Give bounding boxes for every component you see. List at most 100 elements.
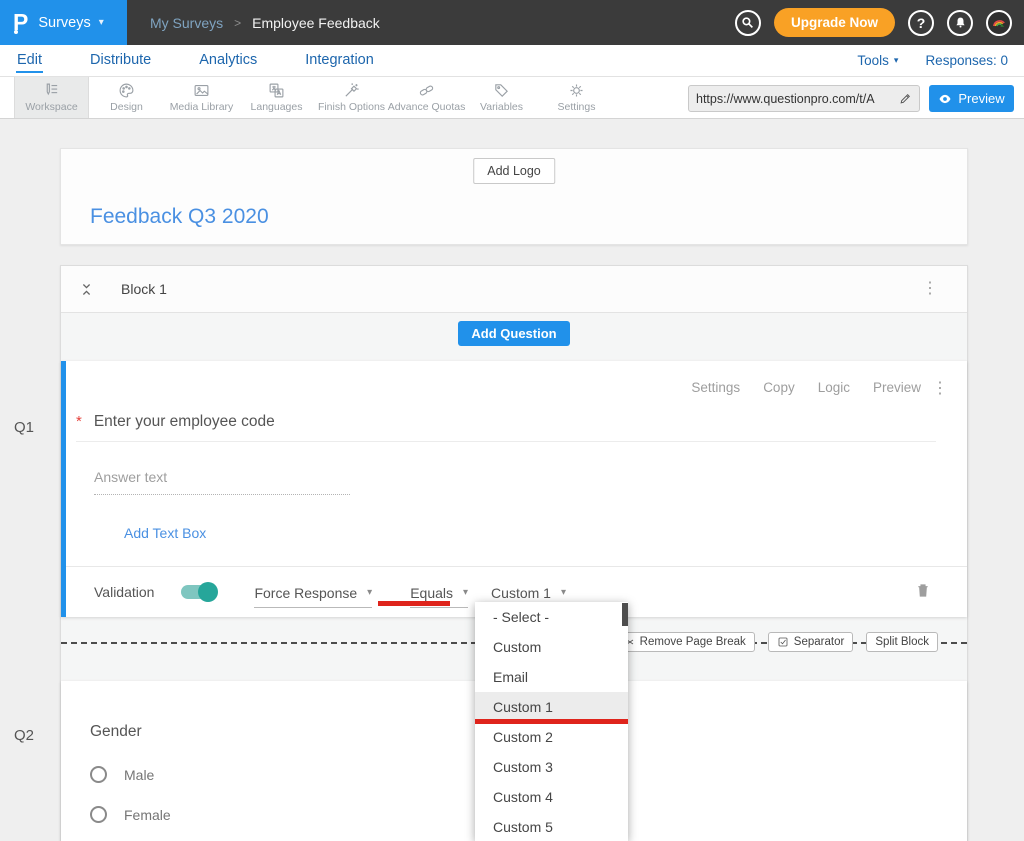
toolbar-item-workspace[interactable]: Workspace (14, 77, 89, 118)
question-text[interactable]: Gender (90, 723, 142, 741)
question-text[interactable]: Enter your employee code (94, 413, 275, 431)
toolbar-item-design[interactable]: Design (89, 77, 164, 118)
editor-toolbar: Workspace Design Media Library Languages… (0, 77, 1024, 119)
menu-option-custom-1[interactable]: Custom 1 (475, 692, 628, 722)
red-annotation-underline (378, 601, 450, 606)
force-response-dropdown[interactable]: Force Response ▾ (254, 585, 372, 608)
add-text-box-link[interactable]: Add Text Box (124, 525, 206, 541)
page-break-buttons: Remove Page Break Separator Split Block (614, 632, 938, 652)
bell-icon (954, 16, 967, 29)
remove-page-break-button[interactable]: Remove Page Break (614, 632, 755, 652)
chevron-down-icon: ▾ (561, 587, 566, 598)
question-menu-dots-icon[interactable]: ⋮ (932, 381, 948, 397)
workspace-icon (43, 82, 60, 99)
toggle-knob (198, 582, 218, 602)
trash-icon (915, 581, 931, 599)
split-block-button[interactable]: Split Block (866, 632, 938, 652)
breadcrumb: My Surveys > Employee Feedback (150, 15, 380, 31)
menu-option-custom-4[interactable]: Custom 4 (475, 782, 628, 812)
delete-validation-button[interactable] (915, 581, 931, 604)
tools-label: Tools (857, 53, 889, 68)
palette-icon (118, 82, 135, 99)
breadcrumb-current-survey: Employee Feedback (252, 15, 380, 31)
radio-icon (90, 806, 107, 823)
preview-button[interactable]: Preview (929, 85, 1014, 112)
tab-analytics[interactable]: Analytics (198, 48, 258, 73)
search-icon (741, 16, 754, 29)
chevron-down-icon: ▾ (367, 587, 372, 598)
avatar-logo-icon (990, 14, 1008, 32)
help-button[interactable]: ? (908, 10, 934, 36)
block-header: Block 1 ⋮ (61, 266, 967, 313)
add-question-button[interactable]: Add Question (458, 321, 569, 346)
edit-pencil-icon[interactable] (899, 92, 912, 105)
question-preview-link[interactable]: Preview (873, 380, 921, 395)
menu-option-select[interactable]: - Select - (475, 602, 628, 632)
preview-label: Preview (958, 91, 1004, 106)
toolbar-item-advance-quotas[interactable]: Advance Quotas (389, 77, 464, 118)
radio-option-male[interactable]: Male (90, 766, 154, 783)
notifications-button[interactable] (947, 10, 973, 36)
menu-option-custom-5[interactable]: Custom 5 (475, 812, 628, 841)
breadcrumb-my-surveys[interactable]: My Surveys (150, 15, 223, 31)
question-number-q1: Q1 (14, 419, 34, 436)
answer-text-input[interactable]: Answer text (94, 469, 350, 495)
toolbar-item-finish-options[interactable]: Finish Options (314, 77, 389, 118)
question-copy-link[interactable]: Copy (763, 380, 795, 395)
separator-button[interactable]: Separator (768, 632, 854, 652)
breadcrumb-separator-icon: > (234, 16, 241, 30)
upgrade-now-button[interactable]: Upgrade Now (774, 8, 895, 37)
validation-value-menu: - Select - Custom Email Custom 1 Custom … (475, 602, 628, 841)
survey-title[interactable]: Feedback Q3 2020 (90, 205, 269, 229)
tab-integration[interactable]: Integration (304, 48, 375, 73)
questionpro-logo-icon: P (13, 9, 28, 36)
question-settings-link[interactable]: Settings (691, 380, 740, 395)
menu-option-email[interactable]: Email (475, 662, 628, 692)
checkbox-checked-icon (777, 636, 789, 648)
radio-option-female[interactable]: Female (90, 806, 171, 823)
chevron-down-icon: ▾ (894, 55, 899, 66)
tab-distribute[interactable]: Distribute (89, 48, 152, 73)
required-asterisk-icon: * (76, 413, 82, 430)
question-actions: Settings Copy Logic Preview ⋮ (691, 380, 921, 395)
translate-icon (268, 82, 285, 99)
question-number-q2: Q2 (14, 727, 34, 744)
red-annotation-underline (475, 719, 628, 724)
menu-scrollbar[interactable] (622, 603, 628, 626)
tag-icon (493, 82, 510, 99)
gear-icon (568, 82, 585, 99)
surveys-app-menu[interactable]: P Surveys ▾ (0, 0, 127, 45)
menu-option-custom-3[interactable]: Custom 3 (475, 752, 628, 782)
section-tab-bar: Edit Distribute Analytics Integration To… (0, 45, 1024, 77)
question-title-row: * Enter your employee code (76, 413, 936, 442)
validation-label: Validation (94, 584, 154, 600)
tools-dropdown[interactable]: Tools ▾ (857, 53, 898, 68)
topbar-actions: Upgrade Now ? (735, 8, 1024, 37)
search-button[interactable] (735, 10, 761, 36)
top-bar: P Surveys ▾ My Surveys > Employee Feedba… (0, 0, 1024, 45)
chain-icon (418, 82, 435, 99)
block-menu-dots-icon[interactable]: ⋮ (922, 281, 949, 297)
image-icon (193, 82, 210, 99)
question-mark-icon: ? (917, 15, 926, 31)
collapse-block-icon[interactable] (79, 282, 94, 297)
toolbar-item-settings[interactable]: Settings (539, 77, 614, 118)
tab-edit[interactable]: Edit (16, 48, 43, 73)
responses-count[interactable]: Responses: 0 (925, 53, 1008, 68)
toolbar-item-variables[interactable]: Variables (464, 77, 539, 118)
add-question-row: Add Question (61, 313, 967, 361)
menu-option-custom-2[interactable]: Custom 2 (475, 722, 628, 752)
add-logo-button[interactable]: Add Logo (473, 158, 555, 184)
toolbar-item-languages[interactable]: Languages (239, 77, 314, 118)
question-card-q1: Settings Copy Logic Preview ⋮ * Enter yo… (61, 361, 967, 617)
survey-url-field[interactable]: https://www.questionpro.com/t/A (688, 85, 920, 112)
toolbar-item-media-library[interactable]: Media Library (164, 77, 239, 118)
block-title[interactable]: Block 1 (121, 281, 167, 297)
validation-toggle[interactable] (181, 585, 216, 599)
chevron-down-icon: ▾ (463, 587, 468, 598)
radio-icon (90, 766, 107, 783)
app-menu-label: Surveys (38, 15, 90, 31)
menu-option-custom[interactable]: Custom (475, 632, 628, 662)
avatar[interactable] (986, 10, 1012, 36)
question-logic-link[interactable]: Logic (818, 380, 850, 395)
